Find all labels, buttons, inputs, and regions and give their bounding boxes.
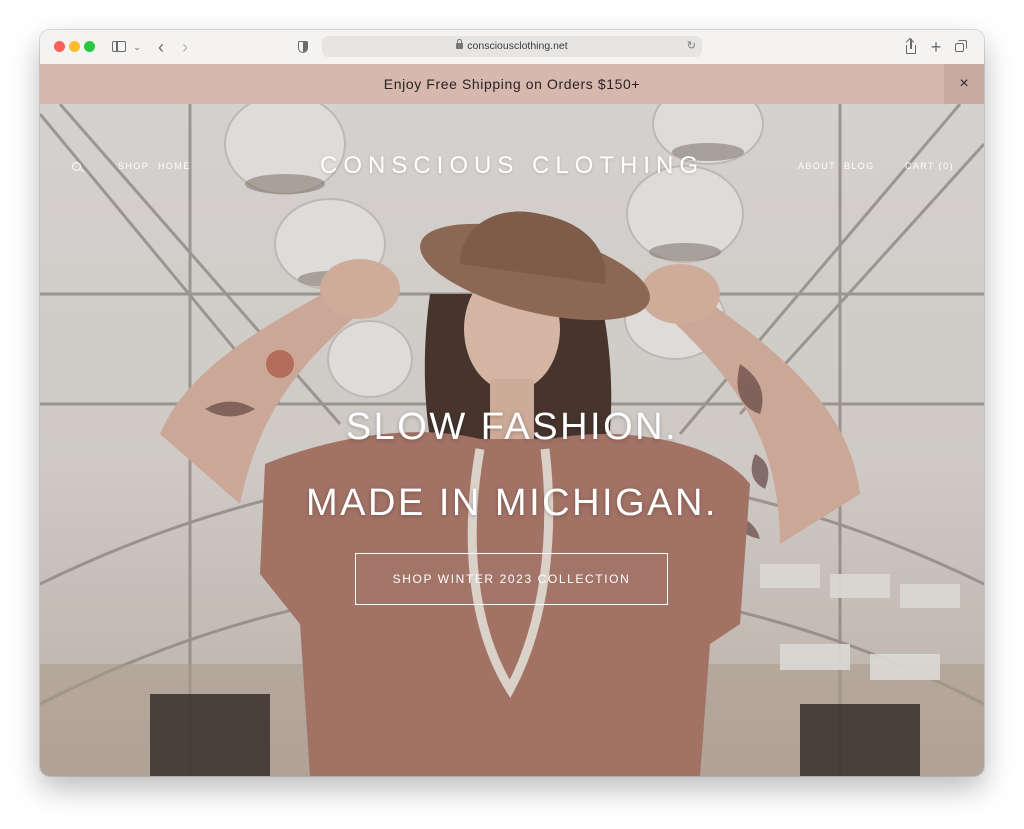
shop-collection-button[interactable]: SHOP WINTER 2023 COLLECTION xyxy=(355,553,668,605)
forward-arrow-icon[interactable]: › xyxy=(176,36,194,58)
close-window-button[interactable] xyxy=(54,41,65,52)
nav-cart-link[interactable]: CART (0) xyxy=(905,161,954,171)
zoom-window-button[interactable] xyxy=(84,41,95,52)
back-arrow-icon[interactable]: ‹ xyxy=(152,36,170,58)
browser-toolbar: ⌄ ‹ › consciousclothing.net ↻ + xyxy=(40,30,984,65)
brand-logo[interactable]: CONSCIOUS CLOTHING xyxy=(40,152,984,180)
sidebar-toggle-icon[interactable] xyxy=(108,36,134,58)
nav-about-link[interactable]: ABOUT xyxy=(798,161,836,171)
chevron-down-icon[interactable]: ⌄ xyxy=(132,36,142,58)
announcement-bar: Enjoy Free Shipping on Orders $150+ × xyxy=(40,64,984,104)
address-bar[interactable]: consciousclothing.net ↻ xyxy=(322,36,702,57)
hero-headline-line1: SLOW FASHION. xyxy=(345,406,679,448)
hero-headline-line2: MADE IN MICHIGAN. xyxy=(306,482,718,524)
reload-icon[interactable]: ↻ xyxy=(687,36,696,57)
lock-icon xyxy=(456,39,464,49)
announcement-text: Enjoy Free Shipping on Orders $150+ xyxy=(383,76,641,92)
announcement-close-button[interactable]: × xyxy=(944,64,984,104)
privacy-shield-icon[interactable] xyxy=(295,36,311,58)
url-text: consciousclothing.net xyxy=(467,40,568,52)
address-bar-content: consciousclothing.net xyxy=(322,36,702,57)
tabs-overview-icon[interactable] xyxy=(952,36,970,58)
plus-icon[interactable]: + xyxy=(927,36,945,58)
hero-banner: SHOP HOME CONSCIOUS CLOTHING ABOUT BLOG … xyxy=(40,104,984,776)
minimize-window-button[interactable] xyxy=(69,41,80,52)
nav-blog-link[interactable]: BLOG xyxy=(844,161,875,171)
browser-window: ⌄ ‹ › consciousclothing.net ↻ + Enjoy Fr… xyxy=(40,30,984,776)
share-icon[interactable] xyxy=(902,36,920,58)
